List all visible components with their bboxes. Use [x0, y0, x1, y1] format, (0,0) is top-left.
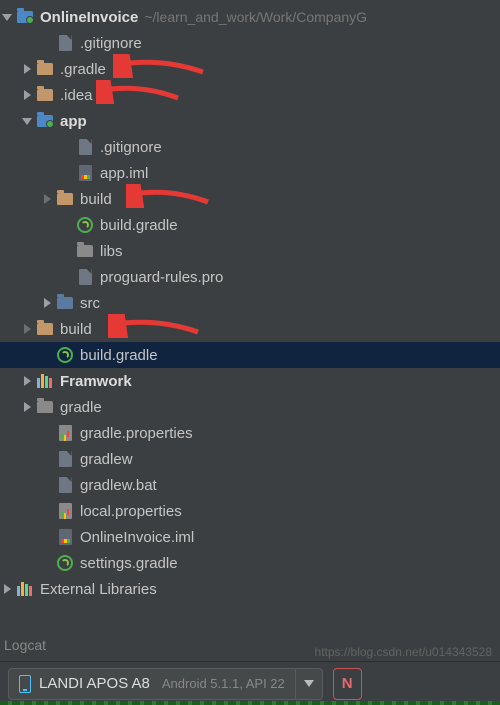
iml-file-icon	[56, 528, 74, 546]
device-icon	[19, 675, 31, 693]
folder-icon	[76, 242, 94, 260]
expand-icon[interactable]	[40, 192, 54, 206]
tree-row[interactable]: settings.gradle	[0, 550, 500, 576]
bottom-toolbar: LANDI APOS A8 Android 5.1.1, API 22 N	[0, 661, 500, 705]
tree-row[interactable]: OnlineInvoice.iml	[0, 524, 500, 550]
folder-icon	[36, 320, 54, 338]
device-selector[interactable]: LANDI APOS A8 Android 5.1.1, API 22	[8, 668, 323, 700]
folder-icon	[36, 398, 54, 416]
properties-file-icon	[56, 424, 74, 442]
tree-row[interactable]: gradlew	[0, 446, 500, 472]
folder-icon	[56, 190, 74, 208]
library-icon	[16, 580, 34, 598]
library-icon	[36, 372, 54, 390]
tree-row[interactable]: proguard-rules.pro	[0, 264, 500, 290]
chevron-down-icon	[304, 680, 314, 687]
tree-row-root[interactable]: OnlineInvoice ~/learn_and_work/Work/Comp…	[0, 4, 500, 30]
logcat-tab[interactable]: Logcat	[4, 637, 46, 653]
tree-row[interactable]: gradle.properties	[0, 420, 500, 446]
tree-row[interactable]: gradlew.bat	[0, 472, 500, 498]
watermark: https://blog.csdn.net/u014343528	[315, 645, 492, 659]
file-icon	[76, 268, 94, 286]
gradle-icon	[56, 346, 74, 364]
iml-file-icon	[76, 164, 94, 182]
tree-row-app[interactable]: app	[0, 108, 500, 134]
tree-row-build-root[interactable]: build	[0, 316, 500, 342]
tree-row[interactable]: Framwork	[0, 368, 500, 394]
device-dropdown-button[interactable]	[295, 669, 322, 699]
device-name: LANDI APOS A8	[39, 675, 150, 692]
tree-row[interactable]: .gitignore	[0, 134, 500, 160]
expand-icon[interactable]	[40, 296, 54, 310]
tree-row[interactable]: src	[0, 290, 500, 316]
expand-icon[interactable]	[0, 582, 14, 596]
expand-icon[interactable]	[20, 114, 34, 128]
expand-icon[interactable]	[20, 62, 34, 76]
expand-icon[interactable]	[20, 322, 34, 336]
folder-icon	[56, 294, 74, 312]
module-folder-icon	[36, 112, 54, 130]
tree-row[interactable]: local.properties	[0, 498, 500, 524]
file-icon	[56, 450, 74, 468]
tree-row-ext-lib[interactable]: External Libraries	[0, 576, 500, 602]
status-bar	[0, 701, 500, 705]
tree-row-selected[interactable]: build.gradle	[0, 342, 500, 368]
tree-row[interactable]: build.gradle	[0, 212, 500, 238]
module-folder-icon	[16, 8, 34, 26]
project-tree[interactable]: OnlineInvoice ~/learn_and_work/Work/Comp…	[0, 0, 500, 602]
properties-file-icon	[56, 502, 74, 520]
root-path: ~/learn_and_work/Work/CompanyG	[144, 9, 367, 25]
tree-row-build-app[interactable]: build	[0, 186, 500, 212]
tree-row-gradle-hidden[interactable]: .gradle	[0, 56, 500, 82]
tree-row[interactable]: app.iml	[0, 160, 500, 186]
tree-row-idea[interactable]: .idea	[0, 82, 500, 108]
file-icon	[76, 138, 94, 156]
tree-row[interactable]: libs	[0, 238, 500, 264]
root-name: OnlineInvoice	[40, 9, 138, 26]
tree-row[interactable]: gradle	[0, 394, 500, 420]
folder-icon	[36, 60, 54, 78]
tree-row[interactable]: .gitignore	[0, 30, 500, 56]
expand-icon[interactable]	[20, 88, 34, 102]
expand-icon[interactable]	[20, 374, 34, 388]
file-icon	[56, 476, 74, 494]
gradle-icon	[56, 554, 74, 572]
folder-icon	[36, 86, 54, 104]
device-sub: Android 5.1.1, API 22	[162, 676, 285, 691]
file-icon	[56, 34, 74, 52]
expand-icon[interactable]	[20, 400, 34, 414]
new-button[interactable]: N	[333, 668, 362, 700]
expand-icon[interactable]	[0, 10, 14, 24]
gradle-icon	[76, 216, 94, 234]
